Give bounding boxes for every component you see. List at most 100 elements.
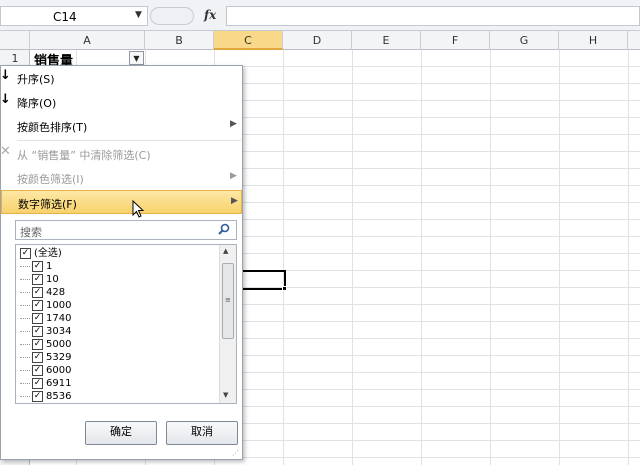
column-header-e[interactable]: E xyxy=(352,31,421,50)
filter-by-color-item: 按颜色筛选(I) ▶ xyxy=(1,166,242,190)
checkbox-icon[interactable]: ✓ xyxy=(32,390,43,402)
clear-filter-label: 从 “销售量” 中清除筛选(C) xyxy=(17,149,151,162)
submenu-arrow-icon: ▶ xyxy=(231,196,238,206)
list-item-label: 428 xyxy=(46,287,66,298)
fill-handle[interactable] xyxy=(282,286,287,291)
checkbox-icon[interactable]: ✓ xyxy=(20,247,31,259)
grip-icon: ≡ xyxy=(225,296,231,304)
checkbox-icon[interactable]: ✓ xyxy=(32,312,43,324)
search-placeholder: 搜索 xyxy=(20,226,42,239)
formula-bar-resize-handle[interactable] xyxy=(150,7,194,25)
list-item-label: 1740 xyxy=(46,313,72,324)
list-item-label: 10 xyxy=(46,274,59,285)
checkbox-icon[interactable]: ✓ xyxy=(32,364,43,376)
checkbox-icon[interactable]: ✓ xyxy=(32,377,43,389)
list-item-label: 3034 xyxy=(46,326,72,337)
mouse-pointer-icon xyxy=(132,200,145,218)
column-header-f[interactable]: F xyxy=(421,31,490,50)
tree-line xyxy=(20,304,30,306)
search-icon[interactable] xyxy=(218,223,230,238)
tree-line xyxy=(20,330,30,332)
number-filter-label: 数字筛选(F) xyxy=(18,198,77,211)
filter-by-color-label: 按颜色筛选(I) xyxy=(17,173,84,186)
checkbox-icon[interactable]: ✓ xyxy=(32,325,43,337)
sort-ascending-item[interactable]: ↓ 升序(S) xyxy=(0,66,242,90)
clear-filter-icon: ✕ xyxy=(0,144,11,159)
column-header-b[interactable]: B xyxy=(145,31,214,50)
tree-line xyxy=(20,369,30,371)
column-header-row: A B C D E F G H xyxy=(0,31,640,50)
list-item[interactable]: ✓ 1000 xyxy=(20,299,71,312)
tree-line xyxy=(20,317,30,319)
tree-line xyxy=(20,356,30,358)
scroll-up-icon[interactable]: ▲ xyxy=(223,247,228,255)
tree-line xyxy=(20,382,30,384)
name-box[interactable]: C14 ▼ xyxy=(0,6,148,26)
list-item[interactable]: ✓ 1 xyxy=(20,260,52,273)
selected-cell-c14[interactable] xyxy=(240,270,286,290)
tree-line xyxy=(20,291,30,293)
checkbox-icon[interactable]: ✓ xyxy=(32,286,43,298)
sort-by-color-label: 按颜色排序(T) xyxy=(17,121,88,134)
list-item[interactable]: ✓ 5000 xyxy=(20,338,71,351)
list-item-label: 1 xyxy=(46,261,53,272)
sort-descending-item[interactable]: ↓ 降序(O) xyxy=(0,90,242,114)
submenu-arrow-icon: ▶ xyxy=(230,119,237,129)
sort-by-color-item[interactable]: 按颜色排序(T) ▶ xyxy=(1,114,242,138)
checkbox-icon[interactable]: ✓ xyxy=(32,338,43,350)
column-header-d[interactable]: D xyxy=(283,31,352,50)
list-item-label: 6911 xyxy=(46,378,72,389)
checkbox-icon[interactable]: ✓ xyxy=(32,260,43,272)
list-item[interactable]: ✓ 1740 xyxy=(20,312,71,325)
list-item[interactable]: ✓ 10 xyxy=(20,273,59,286)
insert-function-icon[interactable]: fx xyxy=(204,8,216,22)
resize-grip-icon[interactable]: ⋰ xyxy=(232,449,239,457)
tree-line xyxy=(20,265,30,267)
list-item-label: 5000 xyxy=(46,339,72,350)
list-scrollbar[interactable]: ▲ ≡ ▼ xyxy=(219,245,236,403)
column-header-g[interactable]: G xyxy=(490,31,559,50)
checkbox-icon[interactable]: ✓ xyxy=(32,273,43,285)
list-item-label: (全选) xyxy=(34,248,62,259)
filter-values-list[interactable]: ✓ (全选) ✓ 1 ✓ 10 ✓ 428 ✓ 1000 ✓ 1740 ✓ 3034 ✓ 500… xyxy=(15,244,237,404)
list-item-label: 5329 xyxy=(46,352,72,363)
list-item[interactable]: ✓ (全选) xyxy=(20,247,62,260)
list-item[interactable]: ✓ 6000 xyxy=(20,364,71,377)
checkbox-icon[interactable]: ✓ xyxy=(32,351,43,363)
list-item-label: 8536 xyxy=(46,391,72,402)
tree-line xyxy=(20,278,30,280)
tree-line xyxy=(20,395,30,397)
tree-line xyxy=(20,343,30,345)
cancel-button[interactable]: 取消 xyxy=(166,421,238,445)
autofilter-menu: ↓ 升序(S) ↓ 降序(O) 按颜色排序(T) ▶ ✕ 从 “销售量” 中清除… xyxy=(0,65,243,460)
list-item[interactable]: ✓ 8536 xyxy=(20,390,71,403)
sort-ascending-icon: ↓ xyxy=(0,68,11,83)
number-filter-item[interactable]: 数字筛选(F) ▶ xyxy=(1,190,242,214)
menu-separator xyxy=(17,140,241,141)
column-header-h[interactable]: H xyxy=(559,31,628,50)
list-item[interactable]: ✓ 3034 xyxy=(20,325,71,338)
column-header-c[interactable]: C xyxy=(214,31,283,50)
column-header-a[interactable]: A xyxy=(30,31,145,50)
clear-filter-item: ✕ 从 “销售量” 中清除筛选(C) xyxy=(0,142,242,166)
list-item-label: 6000 xyxy=(46,365,72,376)
submenu-arrow-icon: ▶ xyxy=(230,171,237,181)
list-item[interactable]: ✓ 6911 xyxy=(20,377,71,390)
search-input[interactable]: 搜索 xyxy=(15,220,237,240)
formula-bar: C14 ▼ fx xyxy=(0,0,640,31)
name-box-value: C14 xyxy=(53,10,77,24)
list-item-label: 1000 xyxy=(46,300,72,311)
select-all-corner[interactable] xyxy=(0,31,30,50)
filter-dropdown-button[interactable]: ▼ xyxy=(129,51,144,65)
chevron-down-icon[interactable]: ▼ xyxy=(135,10,142,20)
sort-descending-icon: ↓ xyxy=(0,92,11,107)
sort-ascending-label: 升序(S) xyxy=(17,73,55,86)
scrollbar-thumb[interactable]: ≡ xyxy=(222,263,234,339)
ok-button[interactable]: 确定 xyxy=(85,421,157,445)
scroll-down-icon[interactable]: ▼ xyxy=(223,391,228,399)
formula-input[interactable] xyxy=(226,6,640,26)
sort-descending-label: 降序(O) xyxy=(17,97,57,110)
list-item[interactable]: ✓ 428 xyxy=(20,286,65,299)
checkbox-icon[interactable]: ✓ xyxy=(32,299,43,311)
list-item[interactable]: ✓ 5329 xyxy=(20,351,71,364)
